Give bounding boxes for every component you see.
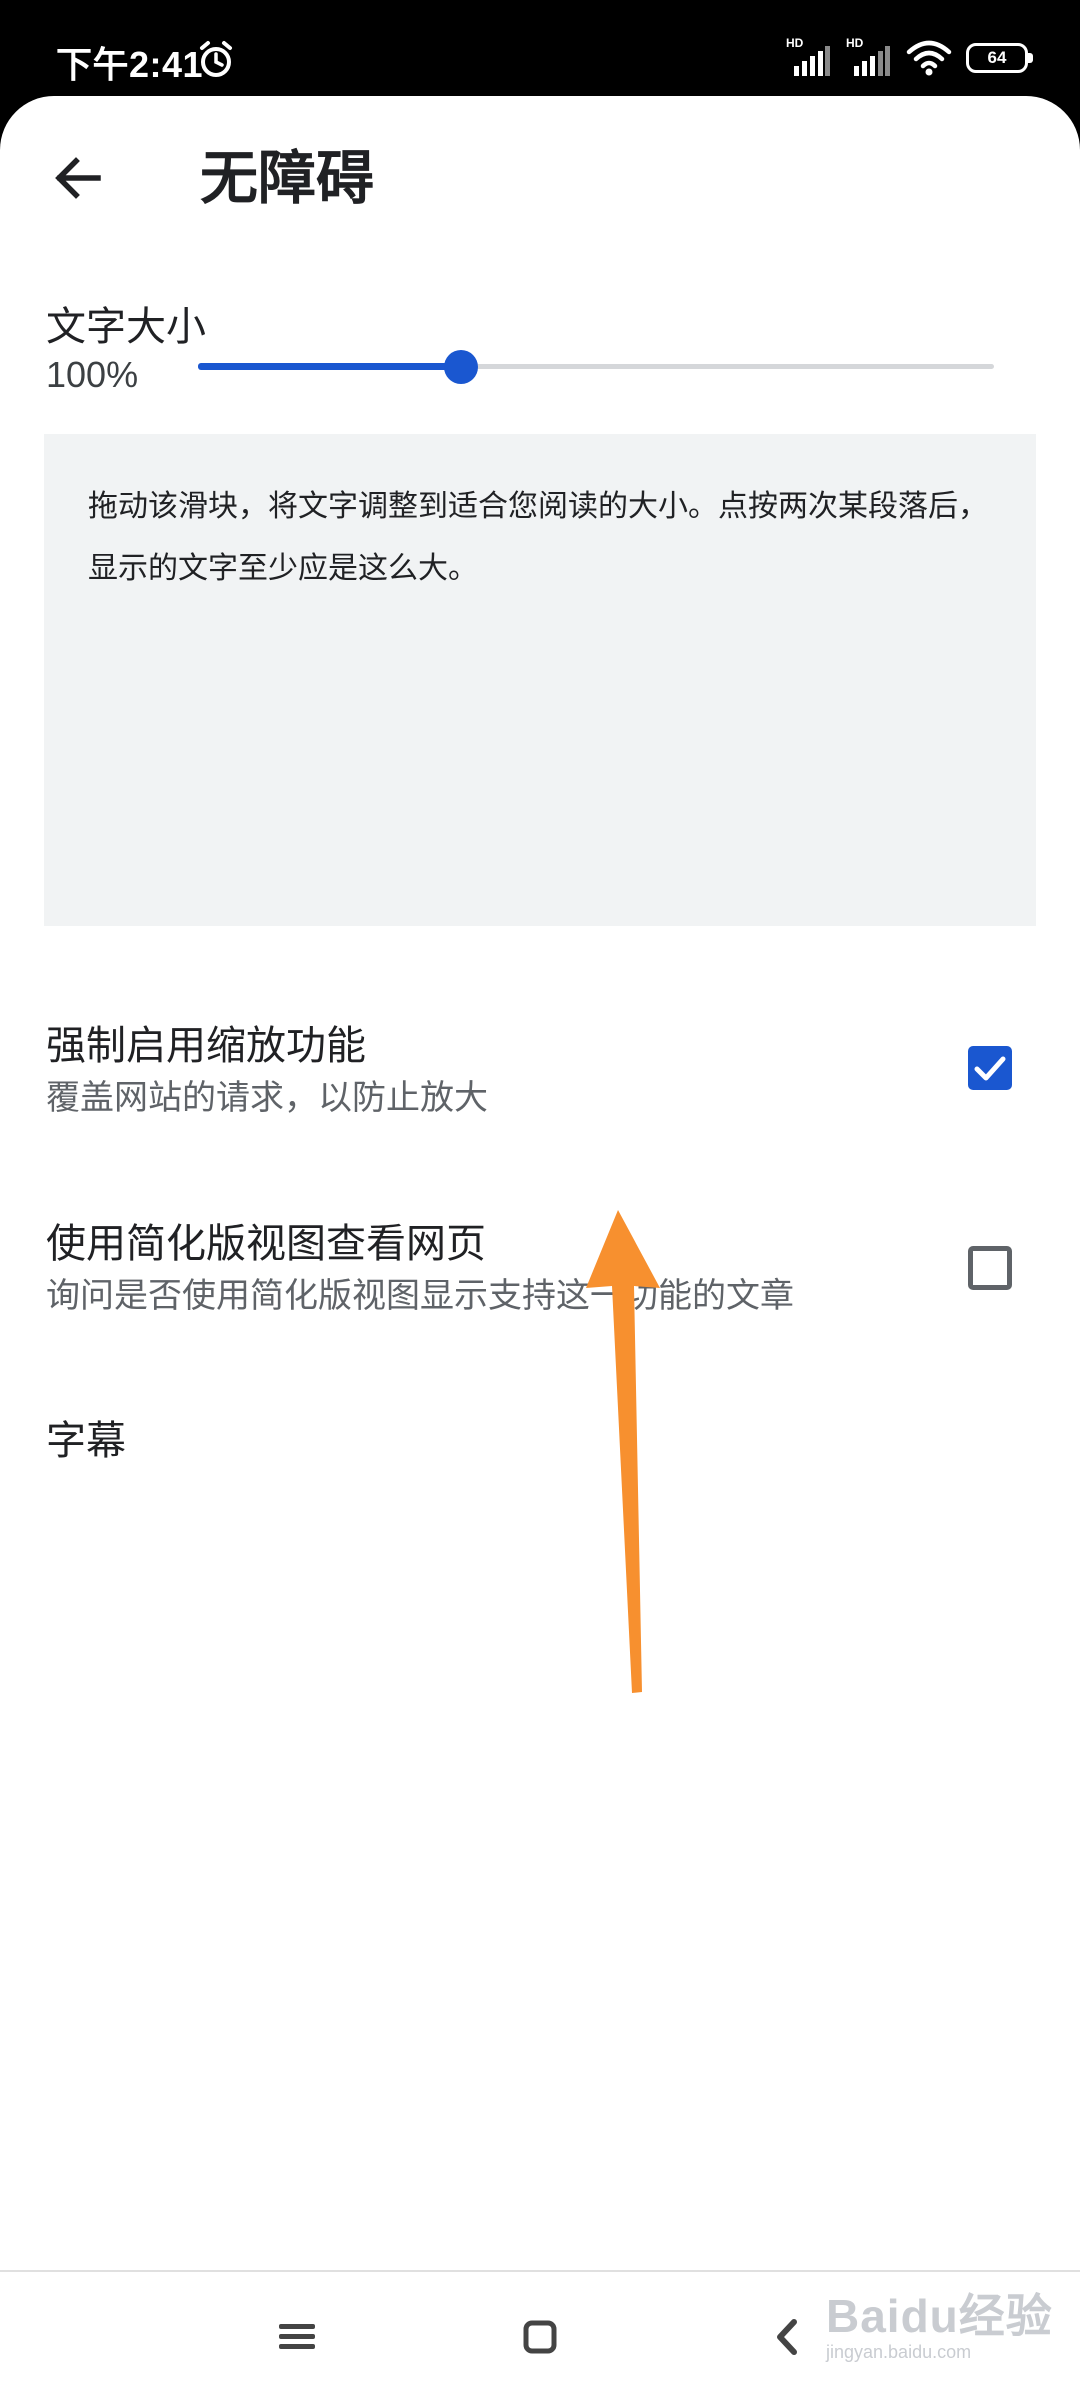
page-title: 无障碍 <box>200 144 375 212</box>
nav-home-button[interactable] <box>505 2302 575 2372</box>
battery-level: 64 <box>987 48 1007 67</box>
back-button[interactable] <box>40 140 116 216</box>
alarm-icon <box>200 41 232 77</box>
arrow-back-icon <box>55 157 101 199</box>
watermark: Baidu经验 jingyan.baidu.com <box>826 2280 1053 2363</box>
menu-icon <box>279 2324 315 2349</box>
captions-item[interactable]: 字幕 <box>46 1408 126 1466</box>
app-bar: 无障碍 <box>0 96 1080 256</box>
cellular-signal-2-icon: HD <box>846 36 892 78</box>
status-bar: 下午2:41 HD HD 64 <box>0 0 1080 100</box>
wifi-icon <box>906 40 952 76</box>
text-size-slider[interactable] <box>198 346 994 386</box>
cellular-signal-icon: HD <box>786 36 832 78</box>
pref-simplified-view[interactable]: 使用简化版视图查看网页 询问是否使用简化版视图显示支持这一功能的文章 <box>46 1218 1006 1320</box>
force-zoom-checkbox[interactable] <box>968 1046 1012 1090</box>
home-icon <box>523 2320 557 2354</box>
slider-fill <box>198 363 461 370</box>
back-icon <box>777 2319 797 2355</box>
pref-summary: 询问是否使用简化版视图显示支持这一功能的文章 <box>46 1276 794 1316</box>
watermark-main: Baidu经验 <box>826 2290 1053 2342</box>
preview-text: 拖动该滑块，将文字调整到适合您阅读的大小。点按两次某段落后，显示的文字至少应是这… <box>88 489 988 586</box>
pref-title: 使用简化版视图查看网页 <box>46 1221 486 1267</box>
check-icon <box>974 1056 1006 1081</box>
annotation-arrow <box>586 1210 660 1693</box>
status-time: 下午2:41 <box>56 44 204 85</box>
nav-back-button[interactable] <box>752 2302 822 2372</box>
pref-force-zoom[interactable]: 强制启用缩放功能 覆盖网站的请求，以防止放大 <box>46 1020 1006 1122</box>
text-size-preview: 拖动该滑块，将文字调整到适合您阅读的大小。点按两次某段落后，显示的文字至少应是这… <box>44 434 1036 926</box>
pref-summary: 覆盖网站的请求，以防止放大 <box>46 1078 488 1118</box>
simplified-view-checkbox[interactable] <box>968 1246 1012 1290</box>
pref-title: 强制启用缩放功能 <box>46 1023 366 1069</box>
battery-icon: 64 <box>966 43 1033 73</box>
slider-thumb[interactable] <box>443 350 478 384</box>
text-size-label: 文字大小 <box>46 304 206 350</box>
nav-menu-button[interactable] <box>262 2302 332 2372</box>
settings-screen: 无障碍 文字大小 100% 拖动该滑块，将文字调整到适合您阅读的大小。点按两次某… <box>0 96 1080 2400</box>
text-size-value: 100% <box>46 354 139 395</box>
